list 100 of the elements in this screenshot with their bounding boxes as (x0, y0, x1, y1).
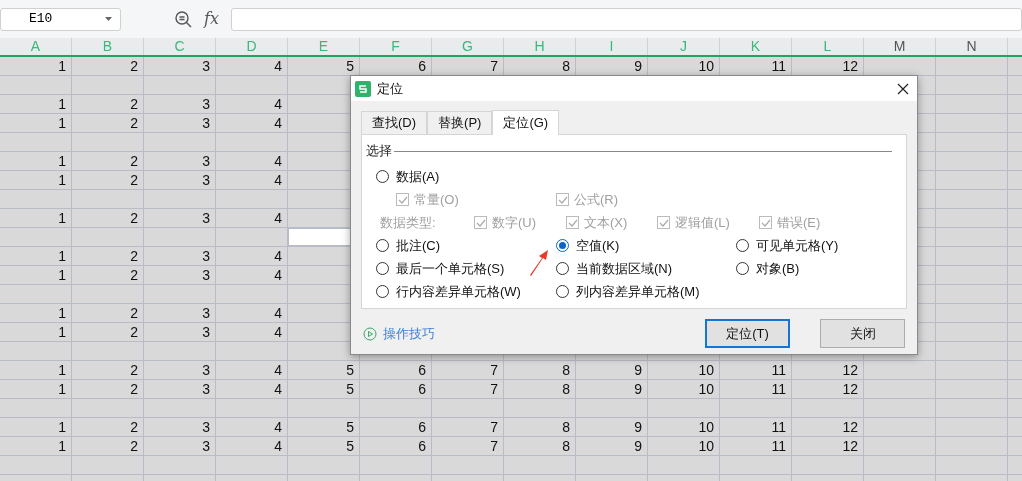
radio-label: 空值(K) (576, 237, 620, 254)
table-cell: 2 (72, 171, 144, 189)
table-cell: 10 (648, 380, 720, 398)
table-cell: 6 (360, 418, 432, 436)
formula-field[interactable] (230, 7, 1022, 31)
table-cell: 1 (0, 57, 72, 75)
radio-button[interactable] (556, 285, 569, 298)
table-cell: 2 (72, 57, 144, 75)
table-cell: 2 (72, 209, 144, 227)
column-header[interactable]: F (360, 38, 432, 55)
dialog-button[interactable]: 定位(T) (705, 319, 790, 348)
checkbox-label: 逻辑值(L) (675, 214, 730, 231)
radio-button[interactable] (556, 239, 569, 252)
column-header[interactable]: E (288, 38, 360, 55)
checkbox-label: 错误(E) (777, 214, 821, 231)
column-header[interactable]: G (432, 38, 504, 55)
table-cell: 3 (144, 266, 216, 284)
table-cell: 5 (288, 437, 360, 455)
table-cell: 3 (144, 418, 216, 436)
radio-button[interactable] (376, 170, 389, 183)
radio-label: 列内容差异单元格(M) (576, 283, 700, 300)
table-cell: 12 (792, 437, 864, 455)
table-cell: 2 (72, 361, 144, 379)
table-cell: 6 (360, 361, 432, 379)
checkbox-label: 常量(O) (414, 191, 459, 208)
tab[interactable]: 替换(P) (427, 111, 493, 134)
tab[interactable]: 查找(D) (361, 111, 428, 134)
table-cell: 3 (144, 114, 216, 132)
play-icon (363, 326, 377, 341)
table-cell: 3 (144, 304, 216, 322)
function-label[interactable]: fx (204, 7, 219, 31)
tab[interactable]: 定位(G) (492, 110, 560, 135)
caret-icon[interactable] (105, 17, 112, 21)
table-cell: 12 (792, 361, 864, 379)
column-header[interactable]: D (216, 38, 288, 55)
table-cell: 2 (72, 114, 144, 132)
column-header[interactable]: N (936, 38, 1008, 55)
radio-label: 行内容差异单元格(W) (396, 283, 521, 300)
table-cell: 5 (288, 361, 360, 379)
radio-button[interactable] (376, 285, 389, 298)
column-header[interactable]: I (576, 38, 648, 55)
name-box[interactable]: E10 (0, 7, 121, 31)
dialog-button[interactable]: 关闭 (820, 319, 905, 348)
radio-label: 当前数据区域(N) (576, 260, 673, 277)
table-cell: 1 (0, 114, 72, 132)
radio-button[interactable] (376, 262, 389, 275)
table-cell: 2 (72, 418, 144, 436)
column-header[interactable]: A (0, 38, 72, 55)
pointer-arrow (528, 249, 550, 276)
radio-button[interactable] (736, 262, 749, 275)
table-cell: 2 (72, 437, 144, 455)
table-cell: 3 (144, 95, 216, 113)
radio-button[interactable] (376, 239, 389, 252)
table-cell: 7 (432, 418, 504, 436)
table-cell: 2 (72, 95, 144, 113)
column-header[interactable]: B (72, 38, 144, 55)
radio-button[interactable] (556, 262, 569, 275)
table-cell: 1 (0, 209, 72, 227)
radio-button[interactable] (736, 239, 749, 252)
table-cell: 9 (576, 418, 648, 436)
table-cell: 2 (72, 266, 144, 284)
table-cell: 1 (0, 437, 72, 455)
dialog-title: 定位 (377, 79, 403, 98)
table-cell: 6 (360, 380, 432, 398)
table-cell: 2 (72, 247, 144, 265)
table-cell: 2 (72, 323, 144, 341)
tips-link[interactable]: 操作技巧 (383, 323, 435, 344)
table-cell: 11 (720, 437, 792, 455)
table-cell: 4 (216, 437, 288, 455)
column-header[interactable]: C (144, 38, 216, 55)
column-header[interactable]: J (648, 38, 720, 55)
table-cell: 5 (288, 380, 360, 398)
table-cell: 1 (0, 323, 72, 341)
column-header[interactable]: K (720, 38, 792, 55)
table-cell: 1 (0, 266, 72, 284)
table-cell: 4 (216, 418, 288, 436)
table-cell: 1 (0, 171, 72, 189)
table-cell: 7 (432, 380, 504, 398)
table-cell: 4 (216, 323, 288, 341)
table-cell: 4 (216, 361, 288, 379)
table-cell: 5 (288, 418, 360, 436)
column-header[interactable]: H (504, 38, 576, 55)
table-cell: 8 (504, 418, 576, 436)
table-cell: 3 (144, 323, 216, 341)
table-cell: 1 (0, 304, 72, 322)
table-cell: 10 (648, 437, 720, 455)
table-cell: 10 (648, 361, 720, 379)
column-header[interactable]: L (792, 38, 864, 55)
table-cell: 1 (0, 95, 72, 113)
table-cell: 12 (792, 418, 864, 436)
column-header[interactable]: M (864, 38, 936, 55)
close-icon[interactable] (897, 82, 909, 95)
table-cell: 7 (432, 361, 504, 379)
table-cell: 1 (0, 361, 72, 379)
table-cell: 4 (216, 171, 288, 189)
checkbox-label: 文本(X) (584, 214, 628, 231)
table-cell: 1 (0, 418, 72, 436)
radio-label: 最后一个单元格(S) (396, 260, 505, 277)
radio-label: 批注(C) (396, 237, 441, 254)
zoom-out-icon[interactable] (175, 10, 192, 28)
